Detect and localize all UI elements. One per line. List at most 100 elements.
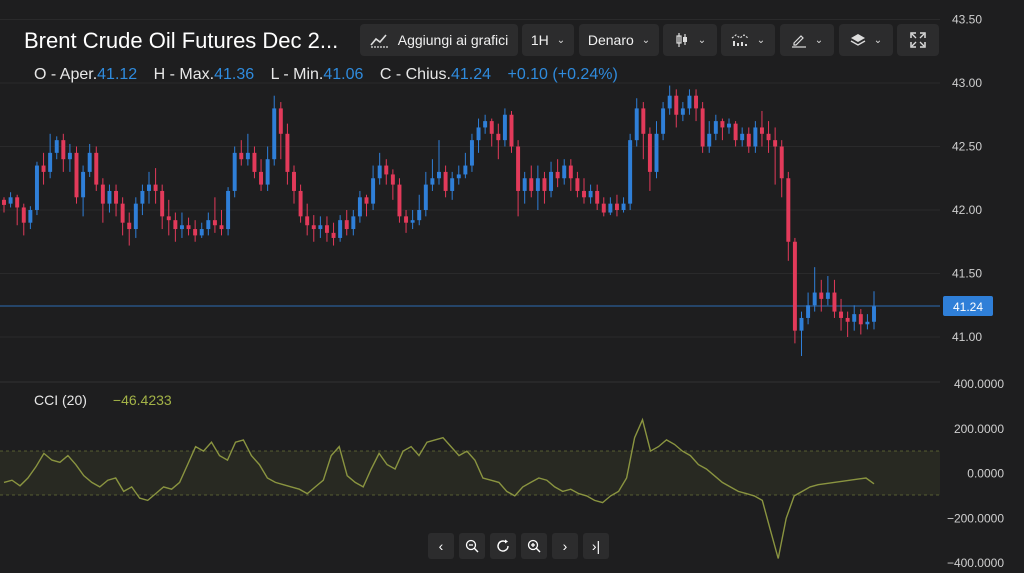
candle-body xyxy=(28,210,33,223)
fullscreen-button[interactable] xyxy=(897,24,939,56)
open-label: O - Aper. xyxy=(34,66,98,83)
candle-body xyxy=(239,152,244,160)
chart-line-icon xyxy=(370,34,389,48)
price-type-dropdown[interactable]: Denaro ⌄ xyxy=(579,24,659,56)
candle-body xyxy=(845,317,850,322)
indicators-icon xyxy=(731,34,749,46)
candle-body xyxy=(825,292,830,299)
candle-body xyxy=(397,184,402,217)
zoom-in-button[interactable] xyxy=(521,533,547,559)
candle-body xyxy=(582,190,586,198)
candle-body xyxy=(779,146,784,179)
candle-body xyxy=(601,203,606,213)
candle-body xyxy=(562,165,567,179)
candle-body xyxy=(595,190,600,204)
candle-body xyxy=(423,184,428,210)
close-value: 41.24 xyxy=(450,66,492,83)
scroll-to-end-icon: ›| xyxy=(591,538,601,554)
candle-body xyxy=(634,108,639,141)
candle-body xyxy=(74,152,79,198)
candle-body xyxy=(147,184,151,191)
chevron-down-icon: ⌄ xyxy=(556,34,566,46)
candle-body xyxy=(555,171,560,179)
drawing-tools-dropdown[interactable]: ⌄ xyxy=(780,24,834,56)
candle-body xyxy=(443,171,448,191)
candle-body xyxy=(858,314,863,325)
cci-legend: CCI (20) −46.4233 xyxy=(34,392,172,408)
layers-icon xyxy=(850,34,866,46)
cci-name: CCI (20) xyxy=(34,392,87,408)
cci-tick-label: 0.0000 xyxy=(967,467,1004,481)
candle-body xyxy=(621,203,626,210)
candle-body xyxy=(371,178,376,204)
candle-body xyxy=(469,140,474,166)
instrument-title: Brent Crude Oil Futures Dec 2... xyxy=(24,28,339,53)
candle-body xyxy=(799,317,804,331)
close-label: C - Chius. xyxy=(379,66,451,83)
add-to-charts-button[interactable]: Aggiungi ai grafici xyxy=(360,24,518,56)
candle-body xyxy=(522,178,527,191)
candle-body xyxy=(351,216,356,230)
layers-dropdown[interactable]: ⌄ xyxy=(839,24,893,56)
candle-body xyxy=(740,133,745,141)
candle-body xyxy=(67,152,72,160)
cci-tick-label: −200.0000 xyxy=(947,511,1004,525)
indicators-dropdown[interactable]: ⌄ xyxy=(721,24,775,56)
candle-body xyxy=(21,207,26,223)
candle-body xyxy=(206,220,211,230)
candle-body xyxy=(311,225,316,230)
candle-body xyxy=(667,95,672,109)
interval-dropdown[interactable]: 1H ⌄ xyxy=(522,24,574,56)
chart-type-dropdown[interactable]: ⌄ xyxy=(663,24,717,56)
candle-body xyxy=(674,95,679,115)
price-tick-label: 41.00 xyxy=(952,330,982,344)
candle-body xyxy=(792,241,797,331)
high-value: 41.36 xyxy=(214,66,255,83)
candle-body xyxy=(344,220,349,230)
candle-body xyxy=(687,95,692,109)
candle-body xyxy=(410,220,415,223)
candle-body xyxy=(278,108,283,134)
reset-button[interactable] xyxy=(490,533,516,559)
candle-body xyxy=(641,108,646,134)
candle-body xyxy=(133,203,138,230)
candle-body xyxy=(476,127,481,141)
price-tick-label: 43.50 xyxy=(952,13,982,27)
candle-body xyxy=(404,216,409,223)
candle-body xyxy=(852,314,857,322)
candle-body xyxy=(153,184,158,191)
high-label: H - Max. xyxy=(153,66,215,83)
candle-body xyxy=(746,133,751,147)
scroll-right-button[interactable]: › xyxy=(552,533,578,559)
price-tick-label: 41.50 xyxy=(952,267,982,281)
candle-body xyxy=(127,222,132,230)
candle-body xyxy=(173,220,178,230)
candle-body xyxy=(100,184,105,204)
cci-tick-label: 400.0000 xyxy=(954,377,1004,391)
candle-body xyxy=(61,140,66,160)
candlestick-icon xyxy=(676,33,687,47)
candle-body xyxy=(806,305,811,318)
candle-body xyxy=(2,199,6,205)
zoom-out-button[interactable] xyxy=(459,533,485,559)
candle-body xyxy=(193,229,198,236)
scroll-to-end-button[interactable]: ›| xyxy=(583,533,609,559)
scroll-left-button[interactable]: ‹ xyxy=(428,533,454,559)
candle-body xyxy=(437,171,441,179)
cci-tick-label: −400.0000 xyxy=(947,556,1004,570)
candle-body xyxy=(535,178,540,191)
candle-body xyxy=(766,133,771,141)
candle-body xyxy=(733,123,738,141)
candles-layer xyxy=(2,85,876,357)
chart-canvas[interactable]: 43.50 43.00 42.50 42.00 41.50 41.00 400.0000 2… xyxy=(0,0,1024,573)
candle-body xyxy=(245,152,250,160)
chevron-down-icon: ⌄ xyxy=(814,34,824,46)
candle-body xyxy=(839,311,844,318)
candle-body xyxy=(232,152,237,191)
candle-body xyxy=(509,114,514,147)
candle-body xyxy=(483,121,488,128)
candle-body xyxy=(357,197,362,217)
candle-body xyxy=(331,232,336,238)
candle-body xyxy=(305,216,310,226)
candle-body xyxy=(529,178,534,191)
